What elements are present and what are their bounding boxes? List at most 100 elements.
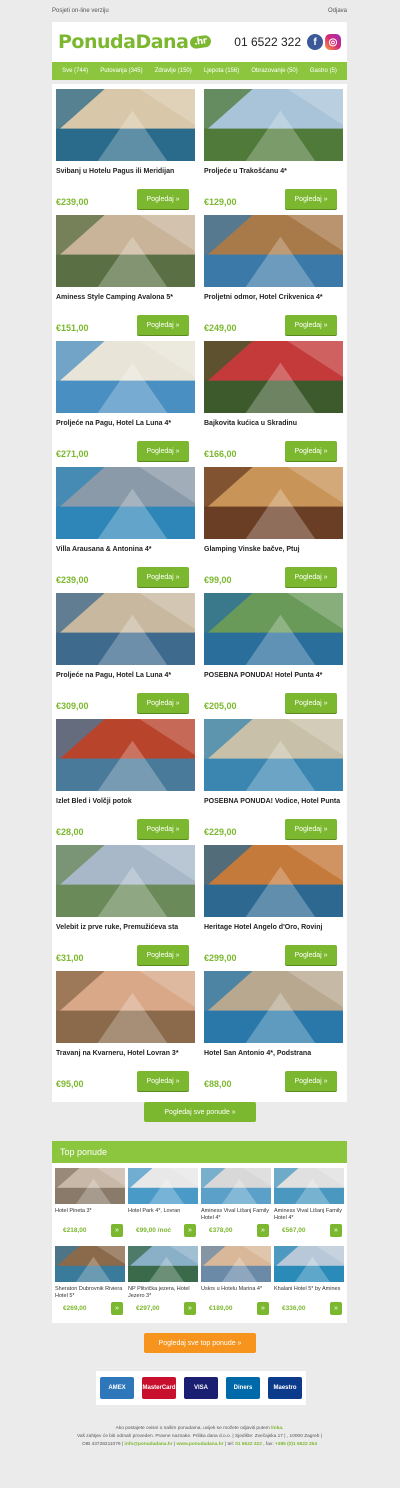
offer-image[interactable] <box>56 593 195 665</box>
offer-image[interactable] <box>56 341 195 413</box>
offer-title[interactable]: Bajkovita kućica u Skradinu <box>204 419 343 437</box>
top-offer-arrow-button[interactable]: » <box>330 1224 342 1237</box>
top-offer-card[interactable]: NP Plitvička jezera, Hotel Jezero 3* €297… <box>128 1246 198 1320</box>
view-offer-button[interactable]: Pogledaj » <box>137 189 189 209</box>
instagram-icon[interactable]: ◎ <box>325 34 341 50</box>
nav-item-all[interactable]: Sve (744) <box>62 68 88 74</box>
view-offer-button[interactable]: Pogledaj » <box>285 567 337 587</box>
offer-card[interactable]: Bajkovita kućica u Skradinu €166,00 Pogled… <box>204 341 343 461</box>
view-offer-button[interactable]: Pogledaj » <box>285 1071 337 1091</box>
nav-item-travel[interactable]: Putovanja (345) <box>100 68 142 74</box>
offer-image[interactable] <box>56 971 195 1043</box>
top-offer-arrow-button[interactable]: » <box>184 1302 196 1315</box>
offer-title[interactable]: Glamping Vinske bačve, Ptuj <box>204 545 343 563</box>
view-offer-button[interactable]: Pogledaj » <box>285 693 337 713</box>
offer-card[interactable]: Villa Arausana & Antonina 4* €239,00 Pogle… <box>56 467 195 587</box>
view-offer-button[interactable]: Pogledaj » <box>137 315 189 335</box>
nav-item-gastro[interactable]: Gastro (5) <box>310 68 337 74</box>
offer-card[interactable]: Proljeće na Pagu, Hotel La Luna 4* €309,0… <box>56 593 195 713</box>
top-offer-title[interactable]: Sheraton Dubrovnik Riviera Hotel 5* <box>55 1286 125 1300</box>
top-offer-title[interactable]: Khalani Hotel 5* by Amines <box>274 1286 344 1300</box>
logo[interactable]: PonudaDana .hr <box>58 31 212 53</box>
top-offer-image[interactable] <box>128 1246 198 1282</box>
top-offer-title[interactable]: NP Plitvička jezera, Hotel Jezero 3* <box>128 1286 198 1300</box>
offer-card[interactable]: Izlet Bled i Volčji potok €28,00 Pogledaj … <box>56 719 195 839</box>
unsubscribe-link[interactable]: Odjava <box>328 8 347 14</box>
view-offer-button[interactable]: Pogledaj » <box>137 1071 189 1091</box>
top-offer-arrow-button[interactable]: » <box>111 1302 123 1315</box>
offer-image[interactable] <box>204 593 343 665</box>
nav-item-health[interactable]: Zdravlje (150) <box>155 68 192 74</box>
offer-image[interactable] <box>56 215 195 287</box>
top-offer-arrow-button[interactable]: » <box>330 1302 342 1315</box>
view-offer-button[interactable]: Pogledaj » <box>285 945 337 965</box>
offer-card[interactable]: Svibanj u Hotelu Pagus ili Meridijan €239… <box>56 89 195 209</box>
offer-image[interactable] <box>204 89 343 161</box>
offer-card[interactable]: Proljeće na Pagu, Hotel La Luna 4* €271,0… <box>56 341 195 461</box>
offer-image[interactable] <box>204 215 343 287</box>
offer-title[interactable]: Villa Arausana & Antonina 4* <box>56 545 195 563</box>
offer-image[interactable] <box>204 467 343 539</box>
top-offer-image[interactable] <box>128 1168 198 1204</box>
offer-title[interactable]: Proljeće na Pagu, Hotel La Luna 4* <box>56 671 195 689</box>
facebook-icon[interactable]: f <box>307 34 323 50</box>
top-offer-arrow-button[interactable]: » <box>111 1224 123 1237</box>
offer-image[interactable] <box>204 719 343 791</box>
top-offer-arrow-button[interactable]: » <box>257 1302 269 1315</box>
offer-title[interactable]: Travanj na Kvarneru, Hotel Lovran 3* <box>56 1049 195 1067</box>
offer-image[interactable] <box>204 341 343 413</box>
offer-card[interactable]: POSEBNA PONUDA! Vodice, Hotel Punta €229,… <box>204 719 343 839</box>
top-offer-arrow-button[interactable]: » <box>184 1224 196 1237</box>
all-top-offers-button[interactable]: Pogledaj sve top ponude » <box>144 1333 256 1353</box>
offer-image[interactable] <box>56 89 195 161</box>
footer-email-link[interactable]: info@ponudadana.hr <box>124 1442 172 1447</box>
offer-title[interactable]: POSEBNA PONUDA! Hotel Punta 4* <box>204 671 343 689</box>
top-offer-card[interactable]: Hotel Park 4*, Lovran €99,00 /noć » <box>128 1168 198 1242</box>
top-offer-card[interactable]: Khalani Hotel 5* by Amines €336,00 » <box>274 1246 344 1320</box>
top-offer-card[interactable]: Sheraton Dubrovnik Riviera Hotel 5* €269,… <box>55 1246 125 1320</box>
offer-title[interactable]: Proljeće na Pagu, Hotel La Luna 4* <box>56 419 195 437</box>
top-offer-card[interactable]: Uskrs u Hotelu Marina 4* €189,00 » <box>201 1246 271 1320</box>
top-offer-image[interactable] <box>55 1168 125 1204</box>
nav-item-beauty[interactable]: Ljepota (156) <box>204 68 239 74</box>
top-offer-image[interactable] <box>274 1168 344 1204</box>
view-offer-button[interactable]: Pogledaj » <box>137 945 189 965</box>
offer-image[interactable] <box>56 719 195 791</box>
top-offer-title[interactable]: Aminess Vival Lišanj Family Hotel 4* <box>201 1208 271 1222</box>
offer-title[interactable]: Svibanj u Hotelu Pagus ili Meridijan <box>56 167 195 185</box>
top-offer-title[interactable]: Aminess Vival Lišanj Family Hotel 4* <box>274 1208 344 1222</box>
offer-title[interactable]: Izlet Bled i Volčji potok <box>56 797 195 815</box>
view-offer-button[interactable]: Pogledaj » <box>285 441 337 461</box>
nav-item-education[interactable]: Obrazovanje (50) <box>251 68 297 74</box>
top-offer-card[interactable]: Aminess Vival Lišanj Family Hotel 4* €378… <box>201 1168 271 1242</box>
view-offer-button[interactable]: Pogledaj » <box>137 441 189 461</box>
top-offer-title[interactable]: Uskrs u Hotelu Marina 4* <box>201 1286 271 1300</box>
footer-web-link[interactable]: www.ponudadana.hr <box>177 1442 224 1447</box>
view-offer-button[interactable]: Pogledaj » <box>137 819 189 839</box>
top-offer-arrow-button[interactable]: » <box>257 1224 269 1237</box>
view-offer-button[interactable]: Pogledaj » <box>285 189 337 209</box>
offer-image[interactable] <box>56 845 195 917</box>
offer-card[interactable]: Proljeće u Trakošćanu 4* €129,00 Pogledaj … <box>204 89 343 209</box>
offer-title[interactable]: POSEBNA PONUDA! Vodice, Hotel Punta <box>204 797 343 815</box>
top-offer-image[interactable] <box>274 1246 344 1282</box>
offer-card[interactable]: Heritage Hotel Angelo d'Oro, Rovinj €299,… <box>204 845 343 965</box>
offer-image[interactable] <box>204 971 343 1043</box>
footer-tel[interactable]: 01 6522 322 <box>235 1442 262 1447</box>
top-offer-title[interactable]: Hotel Park 4*, Lovran <box>128 1208 198 1222</box>
offer-card[interactable]: POSEBNA PONUDA! Hotel Punta 4* €205,00 Pog… <box>204 593 343 713</box>
view-offer-button[interactable]: Pogledaj » <box>137 693 189 713</box>
view-offer-button[interactable]: Pogledaj » <box>137 567 189 587</box>
offer-title[interactable]: Hotel San Antonio 4*, Podstrana <box>204 1049 343 1067</box>
offer-title[interactable]: Proljeće u Trakošćanu 4* <box>204 167 343 185</box>
footer-fax[interactable]: +385 (0)1 6522 264 <box>275 1442 317 1447</box>
top-offer-image[interactable] <box>201 1246 271 1282</box>
top-offer-title[interactable]: Hotel Pineta 3* <box>55 1208 125 1222</box>
all-offers-button[interactable]: Pogledaj sve ponude » <box>144 1102 256 1122</box>
offer-card[interactable]: Velebit iz prve ruke, Premužićeva sta €31… <box>56 845 195 965</box>
offer-card[interactable]: Glamping Vinske bačve, Ptuj €99,00 Pogleda… <box>204 467 343 587</box>
online-version-link[interactable]: Posjeti on-line verziju <box>52 8 109 14</box>
view-offer-button[interactable]: Pogledaj » <box>285 819 337 839</box>
phone-number[interactable]: 01 6522 322 <box>234 35 301 49</box>
offer-title[interactable]: Aminess Style Camping Avalona 5* <box>56 293 195 311</box>
